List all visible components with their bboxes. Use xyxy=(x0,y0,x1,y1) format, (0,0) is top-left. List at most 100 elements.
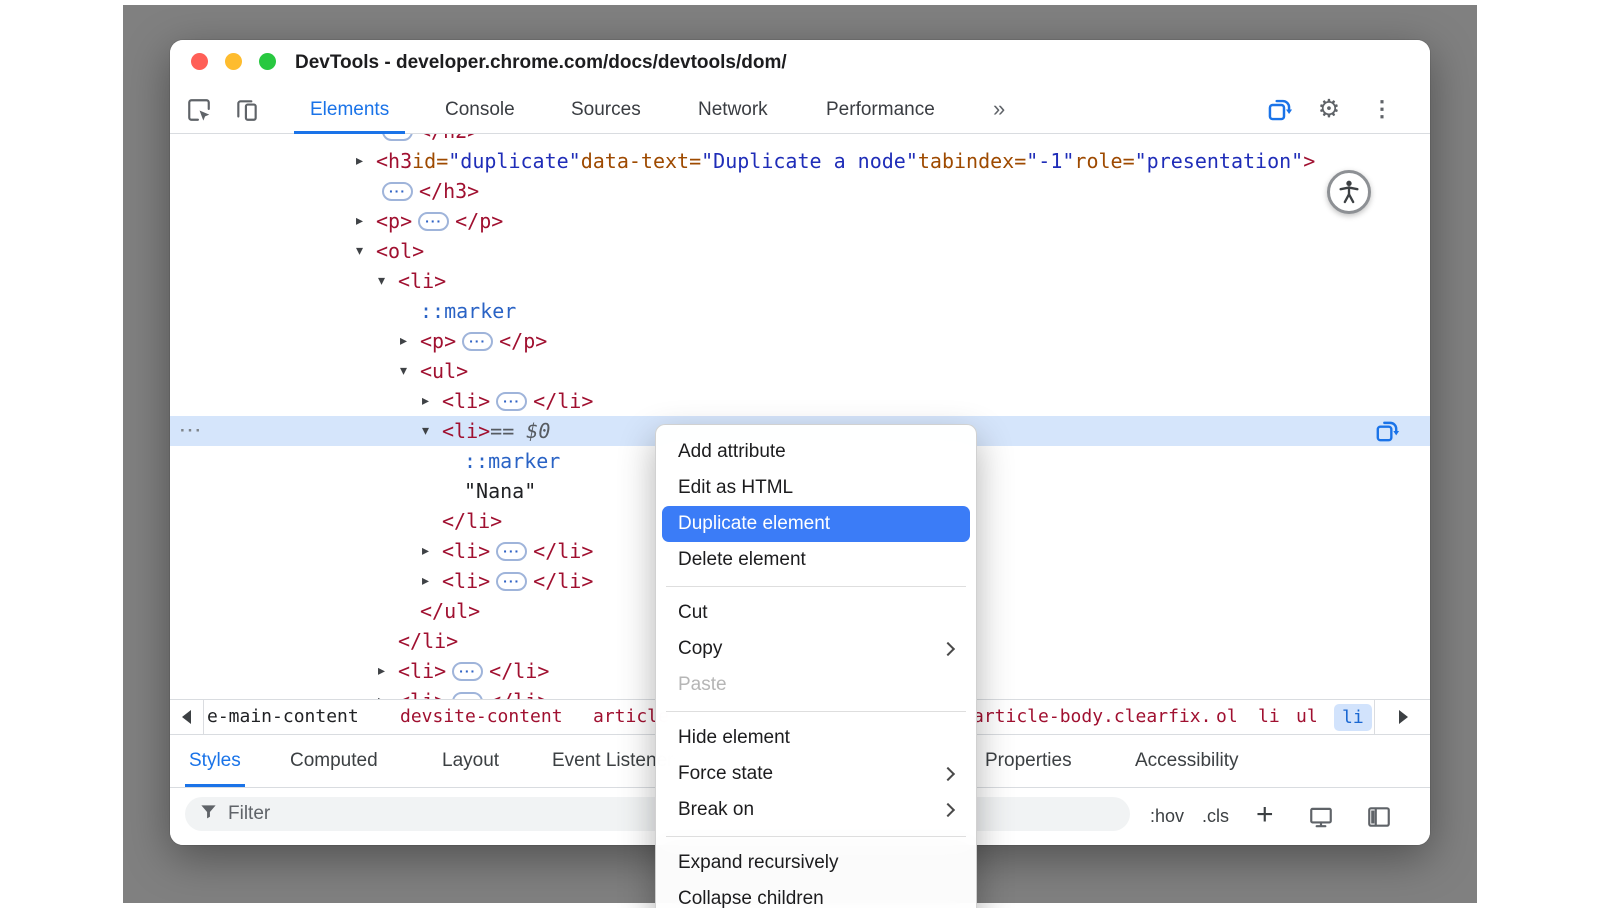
dom-tree-row[interactable]: ··· </h2> xyxy=(170,134,1430,146)
expand-ellipsis-badge[interactable]: ··· xyxy=(452,662,483,681)
code-token-text: "Nana" xyxy=(464,479,536,503)
code-token-attr: tabindex= xyxy=(918,149,1026,173)
panel-tab-properties[interactable]: Properties xyxy=(985,735,1072,787)
minimize-window-button[interactable] xyxy=(225,53,242,70)
code-token-tag: <li> xyxy=(442,419,490,443)
panel-tab-layout[interactable]: Layout xyxy=(442,735,499,787)
code-token-val: "presentation" xyxy=(1135,149,1304,173)
menu-item-delete-element[interactable]: Delete element xyxy=(662,542,970,578)
more-options-icon[interactable]: ⋮ xyxy=(1370,95,1394,123)
menu-item-collapse-children[interactable]: Collapse children xyxy=(662,881,970,908)
chevron-left-icon[interactable] xyxy=(170,700,204,734)
row-overflow-dots[interactable]: ··· xyxy=(180,416,203,446)
expand-ellipsis-badge[interactable]: ··· xyxy=(382,182,413,201)
breadcrumb-item[interactable]: article-body.clearfix. xyxy=(973,700,1211,734)
chevron-right-icon[interactable] xyxy=(1374,700,1430,734)
menu-item-label: Add attribute xyxy=(678,441,786,463)
expand-arrow-icon[interactable]: ▸ xyxy=(378,663,398,679)
more-tabs-icon[interactable]: » xyxy=(993,86,1003,132)
dom-tree-row[interactable]: ▸<p>···</p> xyxy=(170,206,1430,236)
duplicate-element-toolbar-icon[interactable] xyxy=(1266,96,1293,123)
menu-item-label: Force state xyxy=(678,763,773,785)
dom-tree-row[interactable]: ▾<ul> xyxy=(170,356,1430,386)
screenshot-canvas: DevTools - developer.chrome.com/docs/dev… xyxy=(0,0,1600,908)
code-token-tag: </ul> xyxy=(420,599,480,623)
expand-arrow-icon[interactable]: ▸ xyxy=(400,333,420,349)
menu-item-expand-recursively[interactable]: Expand recursively xyxy=(662,845,970,881)
filter-placeholder: Filter xyxy=(228,803,270,825)
expand-arrow-icon[interactable]: ▸ xyxy=(422,543,442,559)
expand-ellipsis-badge[interactable]: ··· xyxy=(496,572,527,591)
breadcrumb-item[interactable]: e-main-content xyxy=(207,700,359,734)
menu-item-label: Break on xyxy=(678,799,754,821)
code-token-tag: </p> xyxy=(455,209,503,233)
breadcrumb-item[interactable]: devsite-content xyxy=(400,700,563,734)
submenu-chevron-icon xyxy=(941,803,955,817)
element-classes-button[interactable]: .cls xyxy=(1202,788,1229,845)
device-toolbar-icon[interactable] xyxy=(234,97,260,123)
devtools-toolbar: Elements Console Sources Network Performance… xyxy=(170,86,1430,134)
dom-tree-row[interactable]: ▸<p>···</p> xyxy=(170,326,1430,356)
tab-network[interactable]: Network xyxy=(698,86,768,134)
collapse-arrow-icon[interactable]: ▾ xyxy=(378,273,398,289)
expand-arrow-icon[interactable]: ▸ xyxy=(422,573,442,589)
expand-ellipsis-badge[interactable]: ··· xyxy=(418,212,449,231)
menu-item-add-attribute[interactable]: Add attribute xyxy=(662,434,970,470)
toggle-element-state-button[interactable]: :hov xyxy=(1150,788,1184,845)
sidebar-toggle-icon[interactable] xyxy=(1366,804,1392,830)
menu-item-label: Duplicate element xyxy=(678,513,830,535)
breadcrumb-item[interactable]: li xyxy=(1334,704,1372,731)
tab-console[interactable]: Console xyxy=(445,86,515,134)
new-style-rule-button[interactable]: + xyxy=(1256,788,1274,842)
dom-tree-row[interactable]: ▸<li>···</li> xyxy=(170,386,1430,416)
code-token-tag: <li> xyxy=(442,539,490,563)
menu-item-break-on[interactable]: Break on xyxy=(662,792,970,828)
menu-item-duplicate-element[interactable]: Duplicate element xyxy=(662,506,970,542)
code-token-tag: </p> xyxy=(499,329,547,353)
menu-item-label: Paste xyxy=(678,674,727,696)
code-token-meta: == $0 xyxy=(490,419,550,443)
dom-tree-row[interactable]: ▾<li> xyxy=(170,266,1430,296)
expand-arrow-icon[interactable]: ▸ xyxy=(422,393,442,409)
expand-ellipsis-badge[interactable]: ··· xyxy=(496,542,527,561)
inspect-icon[interactable] xyxy=(186,97,212,123)
tab-sources[interactable]: Sources xyxy=(571,86,641,134)
collapse-arrow-icon[interactable]: ▾ xyxy=(422,423,442,439)
code-token-tag: </li> xyxy=(533,539,593,563)
accessibility-person-icon[interactable] xyxy=(1327,170,1371,214)
dom-tree-row[interactable]: ···</h3> xyxy=(170,176,1430,206)
breadcrumb-item[interactable]: ol xyxy=(1216,700,1238,734)
dom-tree-row[interactable]: ▾<ol> xyxy=(170,236,1430,266)
collapse-arrow-icon[interactable]: ▾ xyxy=(356,243,376,259)
menu-item-cut[interactable]: Cut xyxy=(662,595,970,631)
panel-tab-accessibility[interactable]: Accessibility xyxy=(1135,735,1238,787)
tab-performance[interactable]: Performance xyxy=(826,86,935,134)
panel-tab-computed[interactable]: Computed xyxy=(290,735,378,787)
panel-tab-styles[interactable]: Styles xyxy=(189,735,241,787)
expand-ellipsis-badge[interactable]: ··· xyxy=(452,692,483,700)
menu-item-copy[interactable]: Copy xyxy=(662,631,970,667)
tab-elements[interactable]: Elements xyxy=(310,86,389,134)
code-token-tag: </h2> xyxy=(419,134,479,143)
breadcrumb-item[interactable]: ul xyxy=(1296,700,1318,734)
code-token-attr: data-text= xyxy=(581,149,701,173)
code-token-tag: <ul> xyxy=(420,359,468,383)
menu-item-force-state[interactable]: Force state xyxy=(662,756,970,792)
duplicate-element-icon[interactable] xyxy=(1374,418,1400,444)
settings-gear-icon[interactable]: ⚙ xyxy=(1314,94,1344,124)
expand-arrow-icon[interactable]: ▸ xyxy=(356,153,376,169)
dom-tree-row[interactable]: ▸<h3 id="duplicate" data-text="Duplicate… xyxy=(170,146,1430,176)
collapse-arrow-icon[interactable]: ▾ xyxy=(400,363,420,379)
code-token-val: "duplicate" xyxy=(448,149,580,173)
menu-item-edit-as-html[interactable]: Edit as HTML xyxy=(662,470,970,506)
menu-item-hide-element[interactable]: Hide element xyxy=(662,720,970,756)
dom-tree-row[interactable]: ::marker xyxy=(170,296,1430,326)
breadcrumb-item[interactable]: li xyxy=(1258,700,1280,734)
zoom-window-button[interactable] xyxy=(259,53,276,70)
expand-arrow-icon[interactable]: ▸ xyxy=(356,213,376,229)
close-window-button[interactable] xyxy=(191,53,208,70)
expand-ellipsis-badge[interactable]: ··· xyxy=(496,392,527,411)
device-frame-icon[interactable] xyxy=(1308,804,1334,830)
expand-ellipsis-badge[interactable]: ··· xyxy=(382,134,413,141)
expand-ellipsis-badge[interactable]: ··· xyxy=(462,332,493,351)
